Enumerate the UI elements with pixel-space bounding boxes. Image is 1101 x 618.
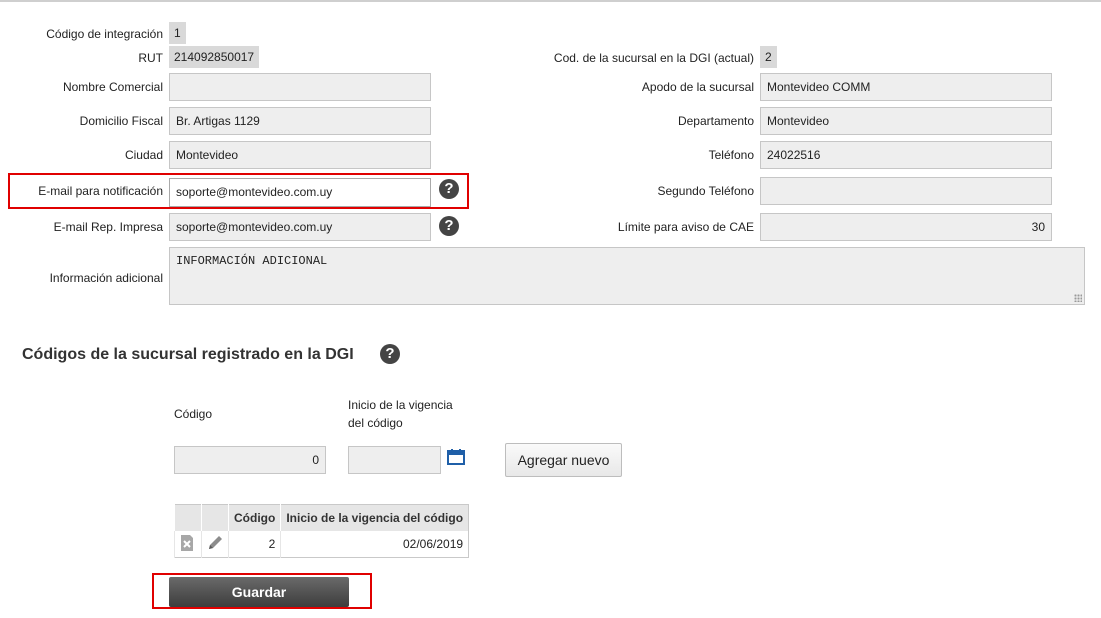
email-rep-input[interactable]: soporte@montevideo.com.uy	[169, 213, 431, 241]
codigos-table: Código Inicio de la vigencia del código …	[174, 504, 470, 558]
agregar-nuevo-button[interactable]: Agregar nuevo	[505, 443, 622, 477]
calendar-icon[interactable]	[447, 449, 465, 465]
departamento-label: Departamento	[677, 114, 754, 128]
domicilio-label: Domicilio Fiscal	[79, 114, 163, 128]
apodo-input[interactable]: Montevideo COMM	[760, 73, 1052, 101]
row-codigo: 2	[227, 531, 281, 558]
info-adicional-label: Información adicional	[49, 271, 163, 285]
row-inicio: 02/06/2019	[280, 531, 469, 558]
codigo-integracion-value: 1	[169, 22, 186, 44]
email-rep-label: E-mail Rep. Impresa	[53, 220, 163, 234]
rut-value: 214092850017	[169, 46, 260, 68]
edit-col-header	[201, 504, 229, 531]
nombre-comercial-input[interactable]	[169, 73, 431, 101]
dgi-section-title: Códigos de la sucursal registrado en la …	[22, 346, 354, 364]
ciudad-input[interactable]: Montevideo	[169, 141, 431, 169]
segundo-telefono-input[interactable]	[760, 177, 1052, 205]
email-rep-help-icon[interactable]: ?	[439, 216, 459, 236]
email-notificacion-help-icon[interactable]: ?	[439, 179, 459, 199]
info-adicional-text: INFORMACIÓN ADICIONAL	[176, 254, 328, 268]
resize-grip-icon[interactable]	[1074, 294, 1082, 302]
rut-label: RUT	[138, 51, 163, 65]
domicilio-input[interactable]: Br. Artigas 1129	[169, 107, 431, 135]
codigo-col-label: Código	[174, 407, 213, 421]
delete-icon[interactable]	[179, 534, 195, 552]
segundo-telefono-label: Segundo Teléfono	[657, 184, 754, 198]
dgi-section-title-text: Códigos de la sucursal registrado en la …	[22, 346, 354, 363]
limite-cae-input[interactable]: 30	[760, 213, 1052, 241]
email-notificacion-input[interactable]: soporte@montevideo.com.uy	[169, 178, 431, 207]
guardar-button[interactable]: Guardar	[169, 577, 349, 607]
apodo-label: Apodo de la sucursal	[641, 80, 754, 94]
table-row: 2 02/06/2019	[174, 531, 469, 558]
top-divider	[0, 0, 1101, 2]
edit-cell	[201, 531, 229, 558]
inicio-col-label-line2: del código	[348, 416, 403, 430]
departamento-input[interactable]: Montevideo	[760, 107, 1052, 135]
codigo-integracion-label: Código de integración	[46, 27, 163, 41]
table-header-row: Código Inicio de la vigencia del código	[174, 504, 469, 531]
nuevo-codigo-input[interactable]: 0	[174, 446, 326, 474]
ciudad-label: Ciudad	[124, 148, 163, 162]
nuevo-inicio-input[interactable]	[348, 446, 441, 474]
cod-sucursal-dgi-label: Cod. de la sucursal en la DGI (actual)	[553, 51, 754, 65]
inicio-col-label-line1: Inicio de la vigencia	[348, 398, 453, 412]
telefono-input[interactable]: 24022516	[760, 141, 1052, 169]
inicio-col-header: Inicio de la vigencia del código	[280, 504, 469, 531]
nombre-comercial-label: Nombre Comercial	[62, 80, 163, 94]
delete-cell	[174, 531, 202, 558]
telefono-label: Teléfono	[708, 148, 754, 162]
email-notificacion-label: E-mail para notificación	[38, 184, 163, 198]
edit-icon[interactable]	[206, 534, 224, 552]
dgi-section-help-icon[interactable]: ?	[380, 344, 400, 364]
limite-cae-label: Límite para aviso de CAE	[617, 220, 754, 234]
delete-col-header	[174, 504, 202, 531]
codigo-col-header: Código	[227, 504, 281, 531]
cod-sucursal-dgi-value: 2	[760, 46, 777, 68]
info-adicional-textarea[interactable]: INFORMACIÓN ADICIONAL	[169, 247, 1085, 305]
